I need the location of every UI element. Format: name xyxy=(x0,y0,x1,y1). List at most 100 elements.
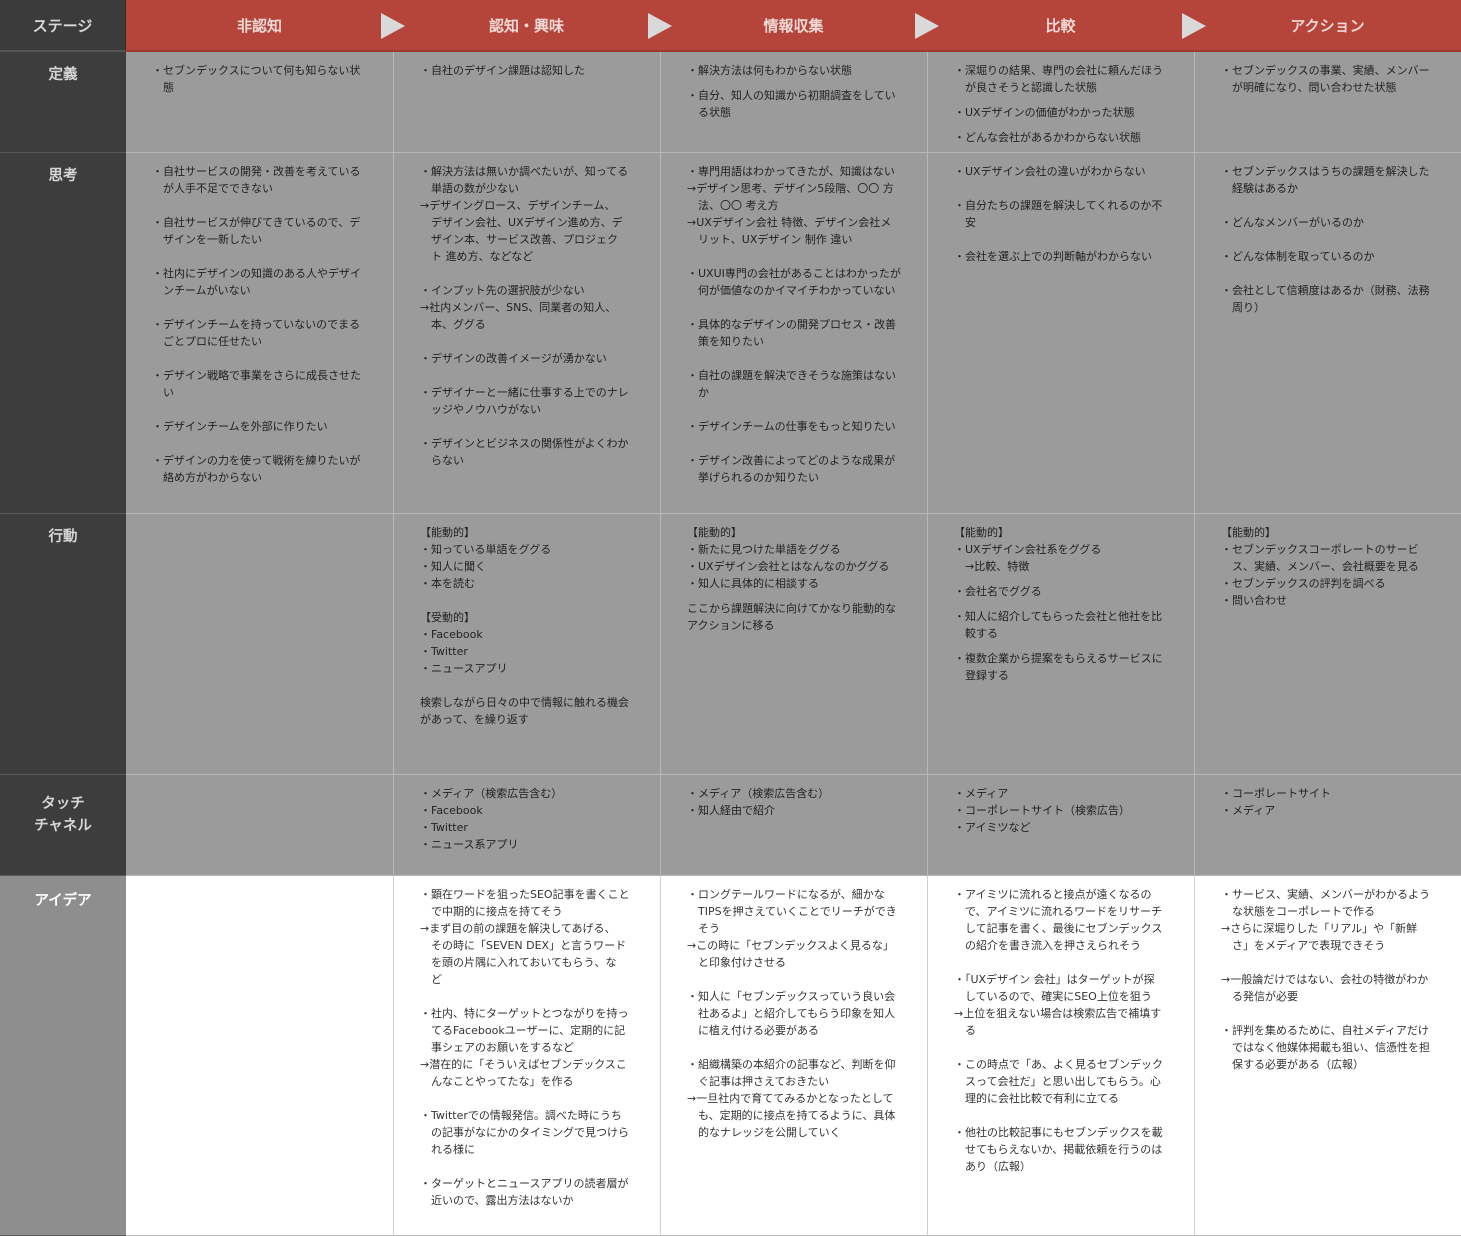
cell-item: ・デザインチームを持っていないのでまる ごとプロに任せたい xyxy=(152,318,361,348)
cell-item: ここから課題解決に向けてかなり能動的な アクションに移る xyxy=(687,602,896,632)
cell-item: ・組織構築の本紹介の記事など、判断を仰 ぐ記事は押さえておきたい →一旦社内で育… xyxy=(687,1058,896,1139)
stage-label: 比較 xyxy=(1045,16,1076,35)
cell-item: ・会社名でググる xyxy=(954,585,1042,598)
stage-header-unaware: 非認知 xyxy=(126,0,405,52)
stage-arrow-icon xyxy=(648,13,672,39)
action-cell: 【能動的】 ・知っている単語をググる ・知人に聞く ・本を読む 【受動的】 ・Fa… xyxy=(393,514,660,775)
cell-item: ・アイミツに流れると接点が遠くなるの で、アイミツに流れるワードをリサーチ して… xyxy=(954,888,1163,952)
cell-item: ・「UXデザイン 会社」はターゲットが探 しているので、確実にSEO上位を狙う … xyxy=(954,973,1162,1037)
stage-header-research: 情報収集 xyxy=(660,0,939,52)
row-label-action: 行動 xyxy=(0,514,126,775)
cell-item: ・顕在ワードを狙ったSEO記事を書くこと で中期的に接点を持てそう →まず目の前… xyxy=(420,888,630,986)
cell-item: ・社内、特にターゲットとつながりを持っ てるFacebookユーザーに、定期的に… xyxy=(420,1007,629,1088)
cell-item: ・どんなメンバーがいるのか xyxy=(1221,216,1364,229)
action-cell: 【能動的】 ・UXデザイン会社系をググる →比較、特徴・会社名でググる・知人に紹… xyxy=(927,514,1194,775)
thinking-cell: ・専門用語はわかってきたが、知識はない →デザイン思考、デザイン5段階、〇〇 方… xyxy=(660,153,927,514)
cell-item: ・デザインとビジネスの関係性がよくわか らない xyxy=(420,437,629,467)
stage-header-comparison: 比較 xyxy=(927,0,1206,52)
cell-item: ・専門用語はわかってきたが、知識はない →デザイン思考、デザイン5段階、〇〇 方… xyxy=(687,165,895,246)
stage-label: 認知・興味 xyxy=(488,16,564,35)
cell-item: ・セブンデックスの事業、実績、メンバー が明確になり、問い合わせた状態 xyxy=(1221,64,1430,94)
touch-channel-cell: ・メディア（検索広告含む） ・知人経由で紹介 xyxy=(660,775,927,876)
cell-item: ・解決方法は無いか調べたいが、知ってる 単語の数が少ない →デザイングロース、デ… xyxy=(420,165,629,263)
cell-item: ・自分、知人の知識から初期調査をしてい る状態 xyxy=(687,89,896,119)
cell-item: ・他社の比較記事にもセブンデックスを載 せてもらえないか、掲載依頼を行うのは あ… xyxy=(954,1126,1163,1173)
action-cell: 【能動的】 ・新たに見つけた単語をググる ・UXデザイン会社とはなんなのかググる… xyxy=(660,514,927,775)
cell-item: 【能動的】 ・新たに見つけた単語をググる ・UXデザイン会社とはなんなのかググる… xyxy=(687,526,890,590)
cell-item: ・デザイン改善によってどのような成果が 挙げられるのか知りたい xyxy=(687,454,896,484)
cell-item: ・自社サービスの開発・改善を考えている が人手不足でできない xyxy=(152,165,361,195)
cell-item: ・具体的なデザインの開発プロセス・改善 策を知りたい xyxy=(687,318,896,348)
cell-item: 検索しながら日々の中で情報に触れる機会 があって、を繰り返す xyxy=(420,696,629,726)
cell-item: ・デザインチームの仕事をもっと知りたい xyxy=(687,420,896,433)
cell-item: ・デザインの改善イメージが湧かない xyxy=(420,352,607,365)
cell-item: ・デザイン戦略で事業をさらに成長させた い xyxy=(152,369,361,399)
definition-cell: ・解決方法は何もわからない状態・自分、知人の知識から初期調査をしてい る状態 xyxy=(660,52,927,153)
touch-channel-cell: ・メディア ・コーポレートサイト（検索広告） ・アイミツなど xyxy=(927,775,1194,876)
stage-arrow-icon xyxy=(381,13,405,39)
row-label-definition: 定義 xyxy=(0,52,126,153)
stage-header-awareness: 認知・興味 xyxy=(393,0,672,52)
cell-item: ・知人に「セブンデックスっていう良い会 社あるよ」と紹介してもらう印象を知人 に… xyxy=(687,990,896,1037)
cell-item: ・自社のデザイン課題は認知した xyxy=(420,64,585,77)
action-cell xyxy=(126,514,393,775)
row-label-idea: アイデア xyxy=(0,876,126,1236)
cell-item: 【能動的】 ・UXデザイン会社系をググる →比較、特徴 xyxy=(954,526,1102,573)
idea-cell: ・サービス、実績、メンバーがわかるよう な状態をコーポレートで作る →さらに深堀… xyxy=(1194,876,1461,1236)
cell-item: ・UXデザインの価値がわかった状態 xyxy=(954,106,1135,119)
touch-channel-cell xyxy=(126,775,393,876)
cell-item: ・知人に紹介してもらった会社と他社を比 較する xyxy=(954,610,1163,640)
cell-item: ・深堀りの結果、専門の会社に頼んだほう が良さそうと認識した状態 xyxy=(954,64,1163,94)
cell-item: ・会社を選ぶ上での判断軸がわからない xyxy=(954,250,1152,263)
cell-item: ・評判を集めるために、自社メディアだけ ではなく他媒体掲載も狙い、信憑性を担 保… xyxy=(1221,1024,1430,1071)
cell-item: ・会社として信頼度はあるか（財務、法務 周り） xyxy=(1221,284,1430,314)
touch-channel-cell: ・コーポレートサイト ・メディア xyxy=(1194,775,1461,876)
row-label-thinking: 思考 xyxy=(0,153,126,514)
cell-item: ・ターゲットとニュースアプリの読者層が 近いので、露出方法はないか xyxy=(420,1177,629,1207)
cell-item: ・Twitterでの情報発信。調べた時にうち の記事がなにかのタイミングで見つけ… xyxy=(420,1109,629,1156)
stage-label: アクション xyxy=(1290,16,1365,35)
idea-cell: ・ロングテールワードになるが、細かな TIPSを押さえていくことでリーチができ … xyxy=(660,876,927,1236)
cell-item: ・メディア（検索広告含む） ・知人経由で紹介 xyxy=(687,787,830,817)
cell-item: 【能動的】 ・知っている単語をググる ・知人に聞く ・本を読む xyxy=(420,526,552,590)
stage-label: 非認知 xyxy=(236,16,282,35)
idea-cell: ・アイミツに流れると接点が遠くなるの で、アイミツに流れるワードをリサーチ して… xyxy=(927,876,1194,1236)
cell-item: ・セブンデックスはうちの課題を解決した 経験はあるか xyxy=(1221,165,1430,195)
cell-item: ・ロングテールワードになるが、細かな TIPSを押さえていくことでリーチができ … xyxy=(687,888,897,969)
cell-item: ・デザインチームを外部に作りたい xyxy=(152,420,328,433)
customer-journey-map: ステージ 非認知 認知・興味 情報収集 比較 アクション 定義 ・セブンデックス… xyxy=(0,0,1461,1236)
cell-item: ・この時点で「あ、よく見るセブンデック スって会社だ」と思い出してもらう。心 理… xyxy=(954,1058,1163,1105)
action-cell: 【能動的】 ・セブンデックスコーポレートのサービ ス、実績、メンバー、会社概要を… xyxy=(1194,514,1461,775)
cell-item: ・社内にデザインの知識のある人やデザイ ンチームがいない xyxy=(152,267,361,297)
stage-header-corner: ステージ xyxy=(0,0,126,52)
cell-item: ・インプット先の選択肢が少ない →社内メンバー、SNS、同業者の知人、 本、ググ… xyxy=(420,284,617,331)
cell-item: ・UXUI専門の会社があることはわかったが 何が価値なのかイマイチわかっていない xyxy=(687,267,901,297)
definition-cell: ・深堀りの結果、専門の会社に頼んだほう が良さそうと認識した状態・UXデザインの… xyxy=(927,52,1194,153)
stage-label: 情報収集 xyxy=(763,16,824,35)
idea-cell xyxy=(126,876,393,1236)
cell-item: ・どんな会社があるかわからない状態 xyxy=(954,131,1141,144)
cell-item: ・セブンデックスについて何も知らない状 態 xyxy=(152,64,361,94)
cell-item: ・複数企業から提案をもらえるサービスに 登録する xyxy=(954,652,1163,682)
cell-item: ・自社サービスが伸びてきているので、デ ザインを一新したい xyxy=(152,216,361,246)
cell-item: ・UXデザイン会社の違いがわからない xyxy=(954,165,1146,178)
cell-item: ・自社の課題を解決できそうな施策はない か xyxy=(687,369,896,399)
cell-item: 【受動的】 ・Facebook ・Twitter ・ニュースアプリ xyxy=(420,611,508,675)
stage-arrow-icon xyxy=(1182,13,1206,39)
thinking-cell: ・自社サービスの開発・改善を考えている が人手不足でできない ・自社サービスが伸び… xyxy=(126,153,393,514)
thinking-cell: ・解決方法は無いか調べたいが、知ってる 単語の数が少ない →デザイングロース、デ… xyxy=(393,153,660,514)
cell-item: ・解決方法は何もわからない状態 xyxy=(687,64,852,77)
cell-item: ・デザインの力を使って戦術を練りたいが 絡め方がわからない xyxy=(152,454,361,484)
cell-item: ・コーポレートサイト ・メディア xyxy=(1221,787,1331,817)
cell-item: 【能動的】 ・セブンデックスコーポレートのサービ ス、実績、メンバー、会社概要を… xyxy=(1221,526,1419,607)
row-label-touch-channel: タッチ チャネル xyxy=(0,775,126,876)
thinking-cell: ・UXデザイン会社の違いがわからない・自分たちの課題を解決してくれるのか不 安・… xyxy=(927,153,1194,514)
definition-cell: ・セブンデックスについて何も知らない状 態 xyxy=(126,52,393,153)
cell-item: ・サービス、実績、メンバーがわかるよう な状態をコーポレートで作る →さらに深堀… xyxy=(1221,888,1430,952)
touch-channel-cell: ・メディア（検索広告含む） ・Facebook ・Twitter ・ニュース系ア… xyxy=(393,775,660,876)
idea-cell: ・顕在ワードを狙ったSEO記事を書くこと で中期的に接点を持てそう →まず目の前… xyxy=(393,876,660,1236)
stage-header-action: アクション xyxy=(1194,0,1461,52)
definition-cell: ・セブンデックスの事業、実績、メンバー が明確になり、問い合わせた状態 xyxy=(1194,52,1461,153)
definition-cell: ・自社のデザイン課題は認知した xyxy=(393,52,660,153)
cell-item: ・自分たちの課題を解決してくれるのか不 安 xyxy=(954,199,1163,229)
